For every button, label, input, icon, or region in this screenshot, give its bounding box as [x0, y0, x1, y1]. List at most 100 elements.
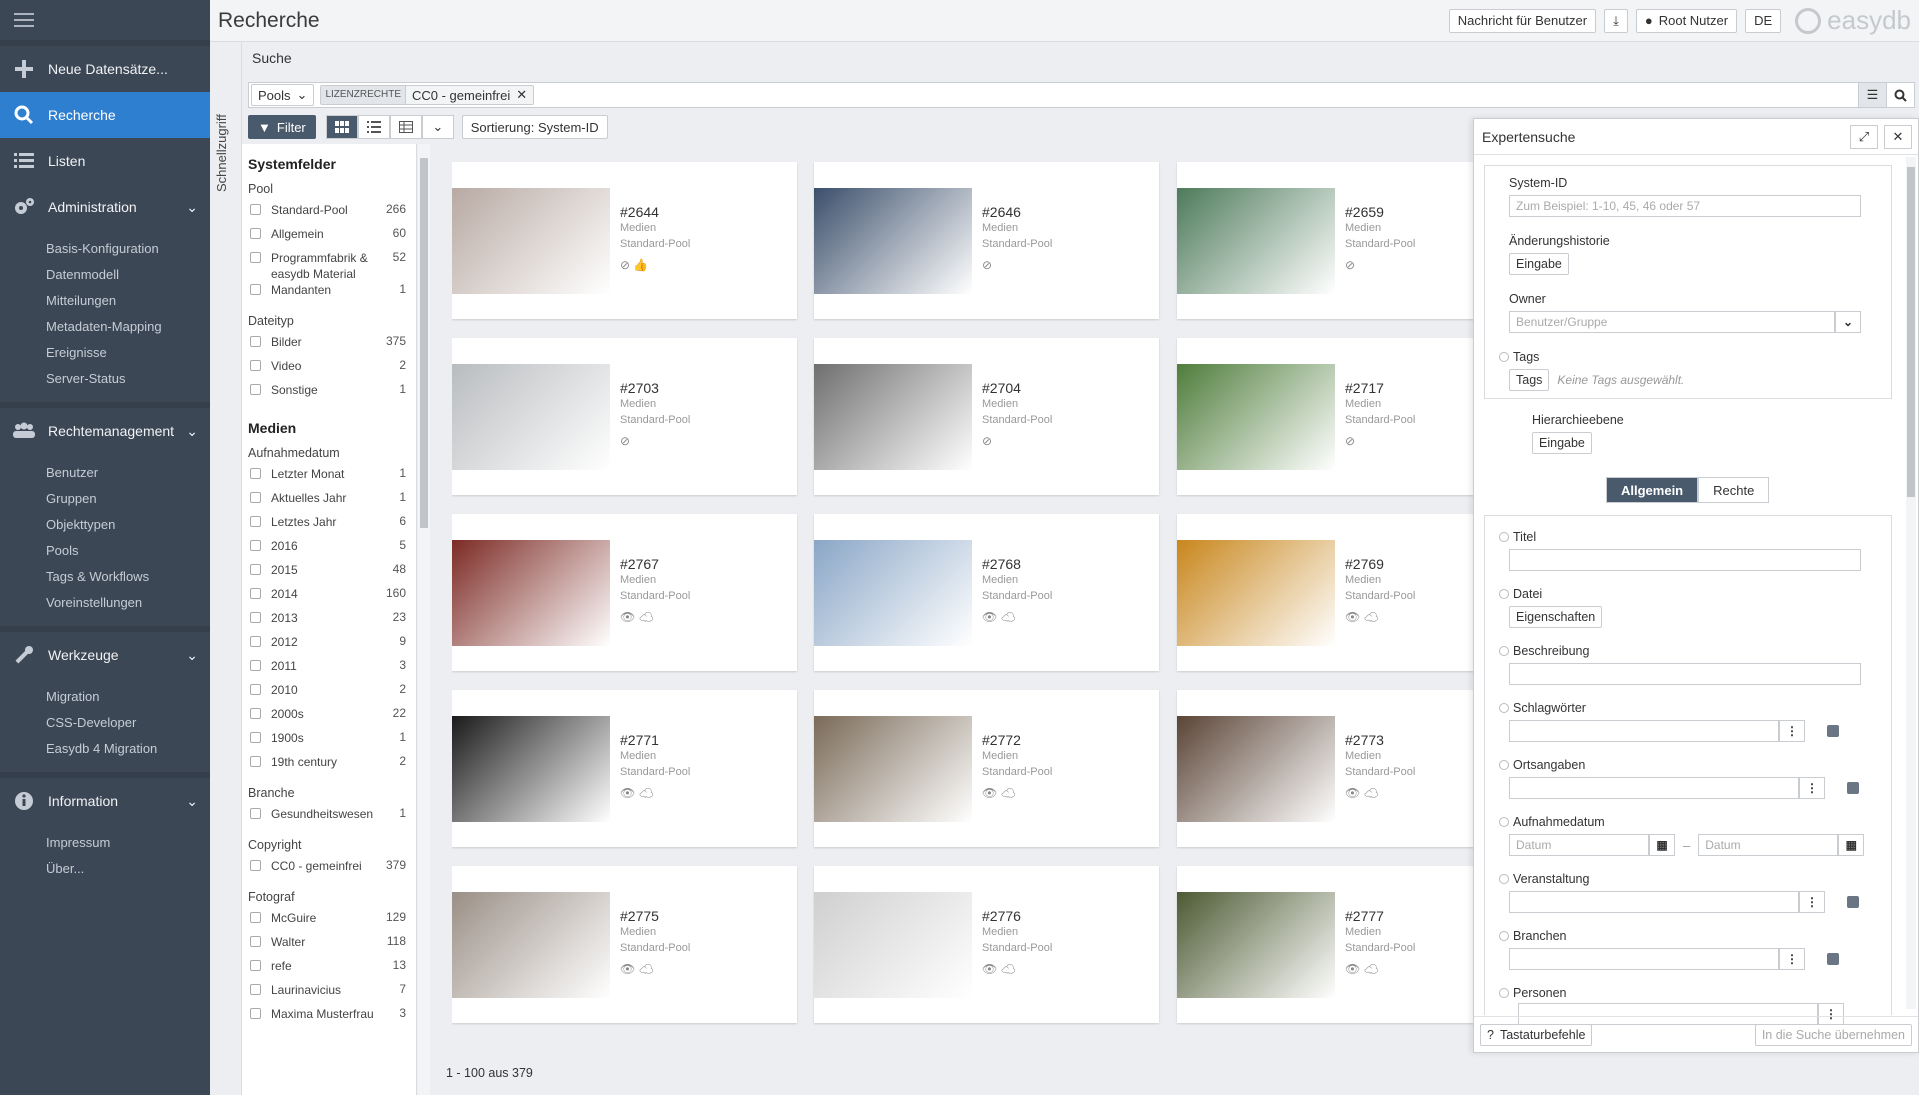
facet-option[interactable]: Programmfabrik & easydb Material 52 — [248, 250, 406, 282]
view-more-button[interactable]: ⌄ — [421, 115, 454, 139]
nav-server-status[interactable]: Server-Status — [0, 366, 210, 392]
facet-option[interactable]: 2012 9 — [248, 634, 406, 658]
close-button[interactable]: ✕ — [1884, 125, 1912, 149]
language-button[interactable]: DE — [1745, 8, 1782, 33]
checkbox[interactable] — [250, 860, 261, 871]
quick-access-panel[interactable]: Schnellzugriff — [210, 42, 242, 1095]
facet-option[interactable]: Allgemein 60 — [248, 226, 406, 250]
thumbnail[interactable] — [1177, 338, 1335, 495]
facet-option[interactable]: refe 13 — [248, 958, 406, 982]
expert-scrollbar[interactable] — [1906, 157, 1916, 1009]
checkbox[interactable] — [250, 660, 261, 671]
nav-pools[interactable]: Pools — [0, 538, 210, 564]
titel-input[interactable] — [1509, 549, 1861, 571]
message-button[interactable]: Nachricht für Benutzer — [1448, 8, 1597, 33]
checkbox[interactable] — [250, 684, 261, 695]
tab-rechte[interactable]: Rechte — [1698, 477, 1770, 503]
branchen-input[interactable] — [1509, 948, 1779, 970]
result-card[interactable]: #2775 Medien Standard-Pool 👁 ☁ — [452, 866, 797, 1023]
nav-easydb4-migration[interactable]: Easydb 4 Migration — [0, 736, 210, 762]
thumbnail[interactable] — [1177, 514, 1335, 671]
facet-option[interactable]: 2011 3 — [248, 658, 406, 682]
close-icon[interactable]: ✕ — [516, 87, 533, 103]
facet-option[interactable]: 2016 5 — [248, 538, 406, 562]
facet-option[interactable]: 2015 48 — [248, 562, 406, 586]
result-card[interactable]: #2768 Medien Standard-Pool 👁 ☁ — [814, 514, 1159, 671]
facet-option[interactable]: Letzter Monat 1 — [248, 466, 406, 490]
tags-button[interactable]: Tags — [1509, 369, 1550, 391]
nav-information[interactable]: Information ⌄ — [0, 778, 210, 824]
nav-rechtemanagement[interactable]: Rechtemanagement ⌄ — [0, 408, 210, 454]
filter-button[interactable]: ▼ Filter — [248, 115, 316, 139]
checkbox[interactable] — [250, 540, 261, 551]
calendar-from-button[interactable]: ▦ — [1649, 834, 1675, 856]
hierarchie-eingabe-button[interactable]: Eingabe — [1532, 432, 1592, 454]
date-from-input[interactable]: Datum — [1509, 834, 1649, 856]
nav-objekttypen[interactable]: Objekttypen — [0, 512, 210, 538]
result-card[interactable]: #2771 Medien Standard-Pool 👁 ☁ — [452, 690, 797, 847]
schlagwoerter-input[interactable] — [1509, 720, 1779, 742]
nav-voreinstellungen[interactable]: Voreinstellungen — [0, 590, 210, 616]
checkbox[interactable] — [250, 284, 261, 295]
grid-view-button[interactable] — [325, 115, 358, 139]
checkbox[interactable] — [250, 468, 261, 479]
thumbnail[interactable] — [452, 866, 610, 1023]
thumbnail[interactable] — [814, 690, 972, 847]
facet-option[interactable]: Sonstige 1 — [248, 382, 406, 406]
schlagwoerter-menu-button[interactable]: ⋮ — [1779, 720, 1805, 742]
search-button[interactable] — [1886, 83, 1914, 107]
checkbox[interactable] — [250, 960, 261, 971]
user-button[interactable]: ● Root Nutzer — [1635, 8, 1738, 33]
thumbnail[interactable] — [452, 338, 610, 495]
result-card[interactable]: #2769 Medien Standard-Pool 👁 ☁ — [1177, 514, 1502, 671]
download-button[interactable]: ⤓ — [1604, 8, 1628, 33]
branchen-checkbox[interactable] — [1827, 953, 1839, 965]
expand-button[interactable]: ⤢ — [1850, 125, 1878, 149]
datei-eigenschaften-button[interactable]: Eigenschaften — [1509, 606, 1603, 628]
nav-metadaten-mapping[interactable]: Metadaten-Mapping — [0, 314, 210, 340]
result-card[interactable]: #2767 Medien Standard-Pool 👁 ☁ — [452, 514, 797, 671]
nav-basis-konfiguration[interactable]: Basis-Konfiguration — [0, 236, 210, 262]
result-card[interactable]: #2704 Medien Standard-Pool ⊘ — [814, 338, 1159, 495]
beschreibung-input[interactable] — [1509, 663, 1861, 685]
facet-option[interactable]: 19th century 2 — [248, 754, 406, 778]
result-card[interactable]: #2646 Medien Standard-Pool ⊘ — [814, 162, 1159, 319]
checkbox[interactable] — [250, 384, 261, 395]
checkbox[interactable] — [250, 492, 261, 503]
result-card[interactable]: #2777 Medien Standard-Pool 👁 ☁ — [1177, 866, 1502, 1023]
thumbnail[interactable] — [814, 162, 972, 319]
veranstaltung-checkbox[interactable] — [1847, 896, 1859, 908]
nav-mitteilungen[interactable]: Mitteilungen — [0, 288, 210, 314]
ortsangaben-menu-button[interactable]: ⋮ — [1799, 777, 1825, 799]
keyboard-shortcuts-button[interactable]: ? Tastaturbefehle — [1480, 1024, 1593, 1046]
result-card[interactable]: #2644 Medien Standard-Pool ⊘ 👍 — [452, 162, 797, 319]
checkbox[interactable] — [250, 708, 261, 719]
facet-option[interactable]: McGuire 129 — [248, 910, 406, 934]
menu-icon[interactable] — [0, 0, 210, 40]
facet-option[interactable]: 2000s 22 — [248, 706, 406, 730]
facet-option[interactable]: CC0 - gemeinfrei 379 — [248, 858, 406, 882]
checkbox[interactable] — [250, 564, 261, 575]
nav-administration[interactable]: Administration ⌄ — [0, 184, 210, 230]
thumbnail[interactable] — [814, 514, 972, 671]
facet-option[interactable]: 2010 2 — [248, 682, 406, 706]
schlagwoerter-checkbox[interactable] — [1827, 725, 1839, 737]
checkbox[interactable] — [250, 936, 261, 947]
nav-new-records[interactable]: Neue Datensätze... — [0, 46, 210, 92]
tab-allgemein[interactable]: Allgemein — [1606, 477, 1699, 503]
list-view-button[interactable] — [357, 115, 390, 139]
facet-option[interactable]: Mandanten 1 — [248, 282, 406, 306]
nav-css-developer[interactable]: CSS-Developer — [0, 710, 210, 736]
veranstaltung-input[interactable] — [1509, 891, 1799, 913]
result-card[interactable]: #2773 Medien Standard-Pool 👁 ☁ — [1177, 690, 1502, 847]
checkbox[interactable] — [250, 336, 261, 347]
calendar-to-button[interactable]: ▦ — [1838, 834, 1865, 856]
facet-option[interactable]: Laurinavicius 7 — [248, 982, 406, 1006]
nav-listen[interactable]: Listen — [0, 138, 210, 184]
facet-option[interactable]: Standard-Pool 266 — [248, 202, 406, 226]
thumbnail[interactable] — [452, 162, 610, 319]
checkbox[interactable] — [250, 1008, 261, 1019]
facet-option[interactable]: Walter 118 — [248, 934, 406, 958]
result-card[interactable]: #2659 Medien Standard-Pool ⊘ — [1177, 162, 1502, 319]
facet-option[interactable]: Letztes Jahr 6 — [248, 514, 406, 538]
